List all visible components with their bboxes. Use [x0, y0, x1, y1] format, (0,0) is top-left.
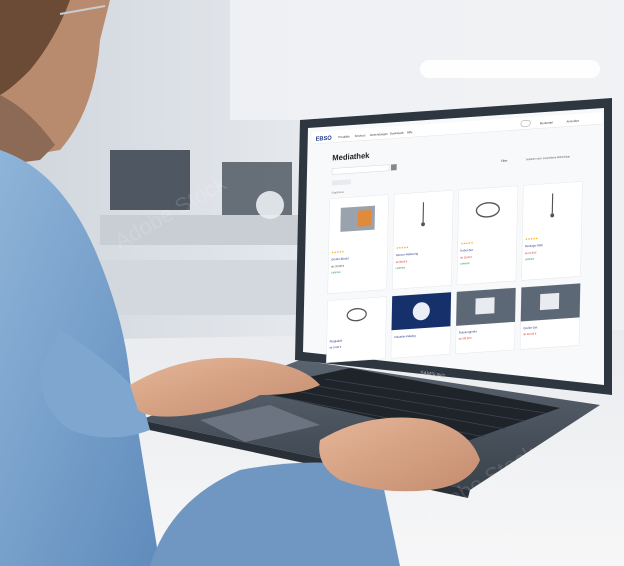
robot-gripper: [475, 297, 495, 315]
site-brand[interactable]: EBSO: [316, 136, 333, 143]
nav-item-produkte[interactable]: Produkte: [338, 134, 350, 139]
product-card[interactable]: ★★★★★ Greifer-Modul ab 125,00 € Lieferba…: [327, 194, 389, 294]
product-card[interactable]: Greifer-Set ab 310,00 €: [519, 283, 581, 350]
gripper-accent: [357, 209, 372, 227]
nav-item-services[interactable]: Services: [355, 133, 366, 138]
photo-scene: SAMSUNG EBSO Produkte Services Anwendung…: [0, 0, 624, 566]
product-name[interactable]: Kabel-Set: [460, 248, 473, 253]
product-card[interactable]: Industrie-Katalog: [390, 291, 452, 359]
search-button[interactable]: [390, 164, 397, 171]
product-card[interactable]: ★★★★★ Kabel-Set ab 18,50 € Lieferbar: [456, 185, 518, 286]
filter-button[interactable]: Filter: [501, 158, 507, 163]
background-lamp: [256, 191, 284, 219]
product-card[interactable]: Ringkabel ab 14,90 €: [326, 296, 387, 363]
nav-item-hilfe[interactable]: Hilfe: [407, 130, 413, 135]
robot-gripper: [539, 292, 560, 311]
product-card[interactable]: ★★★★★ Montage-Stab ab 22,00 € Lieferbar: [521, 181, 583, 281]
product-card[interactable]: ★★★★★ Sensor-Halterung ab 39,00 € Liefer…: [392, 189, 454, 290]
product-card[interactable]: Robotergreifer ab 240,00 €: [455, 287, 516, 355]
ceiling-light: [420, 60, 600, 78]
